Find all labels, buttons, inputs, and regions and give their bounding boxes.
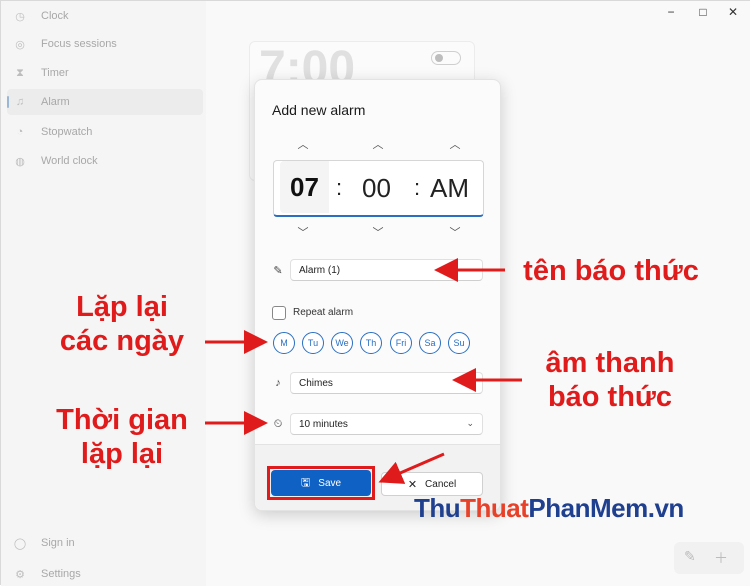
annotation-line: lặp lại [80,438,164,470]
watermark-part: Thuat [460,493,529,523]
dialog-title: Add new alarm [272,102,366,118]
edit-icon: ✎ [273,264,283,277]
sidebar-item-label: World clock [41,155,98,167]
music-note-icon: ♪ [275,377,281,389]
clock-icon: ◷ [15,10,25,23]
sidebar-item-label: Stopwatch [41,126,93,138]
add-alarm-icon[interactable]: ＋ [714,548,728,568]
maximize-button[interactable]: □ [693,5,713,19]
day-toggle-wednesday[interactable]: We [331,332,353,354]
snooze-time-select[interactable]: 10 minutes ⌄ [290,413,483,435]
time-separator: : [336,175,343,200]
hourglass-icon: ⧗ [16,66,24,79]
sidebar-item-settings[interactable]: ⚙ Settings [7,561,203,587]
alarm-name-input[interactable]: Alarm (1) [290,259,483,281]
chevron-down-icon: ⌄ [466,418,474,428]
day-toggle-tuesday[interactable]: Tu [302,332,324,354]
sidebar-item-label: Settings [41,568,81,580]
day-toggle-sunday[interactable]: Su [448,332,470,354]
annotation-line: báo thức [547,381,673,413]
annotation-line: các ngày [59,325,185,357]
person-icon: ◯ [13,537,27,550]
period-field[interactable]: AM [430,173,469,204]
gear-icon: ⚙ [15,568,25,581]
annotation-repeat-days: Lặp lại các ngày [42,290,202,358]
sidebar-item-world-clock[interactable]: ◍ World clock [7,148,203,174]
annotation-line: âm thanh [545,347,675,379]
close-icon: ✕ [407,478,418,491]
hour-up-chevron-icon[interactable]: ︿ [293,136,313,151]
sidebar-item-label: Alarm [41,96,70,108]
alarm-toggle[interactable] [431,51,461,65]
snooze-icon: ⏲ [273,417,283,430]
sidebar-item-stopwatch[interactable]: ◔ Stopwatch [7,119,203,145]
day-toggle-monday[interactable]: M [273,332,295,354]
save-button-label: Save [318,477,342,489]
close-button[interactable]: ✕ [723,5,743,19]
day-toggle-friday[interactable]: Fri [390,332,412,354]
watermark-part: PhanMem.vn [528,493,684,523]
time-picker[interactable]: 07 : 00 : AM [273,160,484,217]
minute-field[interactable]: 00 [362,173,391,204]
minimize-button[interactable]: − [661,5,681,19]
sidebar-item-clock[interactable]: ◷ Clock [7,3,203,29]
annotation-line: Thời gian [56,404,188,436]
day-toggle-saturday[interactable]: Sa [419,332,441,354]
watermark: ThuThuatPhanMem.vn [414,493,684,524]
stopwatch-icon: ◔ [16,126,24,138]
period-down-chevron-icon[interactable]: ﹀ [445,224,465,239]
save-icon: 🖫 [300,476,311,489]
period-up-chevron-icon[interactable]: ︿ [445,136,465,151]
day-toggle-thursday[interactable]: Th [360,332,382,354]
annotation-snooze: Thời gian lặp lại [42,403,202,471]
sidebar-item-alarm[interactable]: ♫ Alarm [7,89,203,115]
sidebar-item-focus-sessions[interactable]: ◎ Focus sessions [7,31,203,57]
time-separator: : [414,175,421,200]
repeat-alarm-checkbox[interactable] [272,306,286,320]
bell-icon: ♫ [15,96,25,108]
snooze-time-value: 10 minutes [299,418,348,430]
edit-alarms-icon[interactable]: ✎ [684,548,696,565]
save-button[interactable]: 🖫 Save [271,470,371,496]
hour-down-chevron-icon[interactable]: ﹀ [293,224,313,239]
annotation-line: Lặp lại [76,291,168,323]
cancel-button-label: Cancel [425,478,457,490]
sidebar-item-label: Timer [41,67,69,79]
watermark-part: Thu [414,493,461,523]
annotation-alarm-name: tên báo thức [523,255,699,287]
minute-down-chevron-icon[interactable]: ﹀ [368,224,388,239]
sidebar-item-label: Focus sessions [41,38,117,50]
focus-icon: ◎ [15,38,25,51]
minute-up-chevron-icon[interactable]: ︿ [368,136,388,151]
floating-actions: ✎ ＋ [674,542,744,574]
add-alarm-dialog: Add new alarm ︿ ︿ ︿ 07 : 00 : AM ﹀ ﹀ ﹀ ✎… [254,79,501,511]
sidebar-item-label: Sign in [41,537,75,549]
globe-icon: ◍ [15,155,25,168]
sidebar-item-timer[interactable]: ⧗ Timer [7,60,203,86]
annotation-sound: âm thanh báo thức [530,346,690,414]
sidebar-item-label: Clock [41,10,69,22]
alarm-sound-select[interactable]: Chimes [290,372,483,394]
repeat-alarm-label: Repeat alarm [293,307,354,318]
hour-field[interactable]: 07 [280,161,329,213]
sidebar-item-sign-in[interactable]: ◯ Sign in [7,530,203,556]
